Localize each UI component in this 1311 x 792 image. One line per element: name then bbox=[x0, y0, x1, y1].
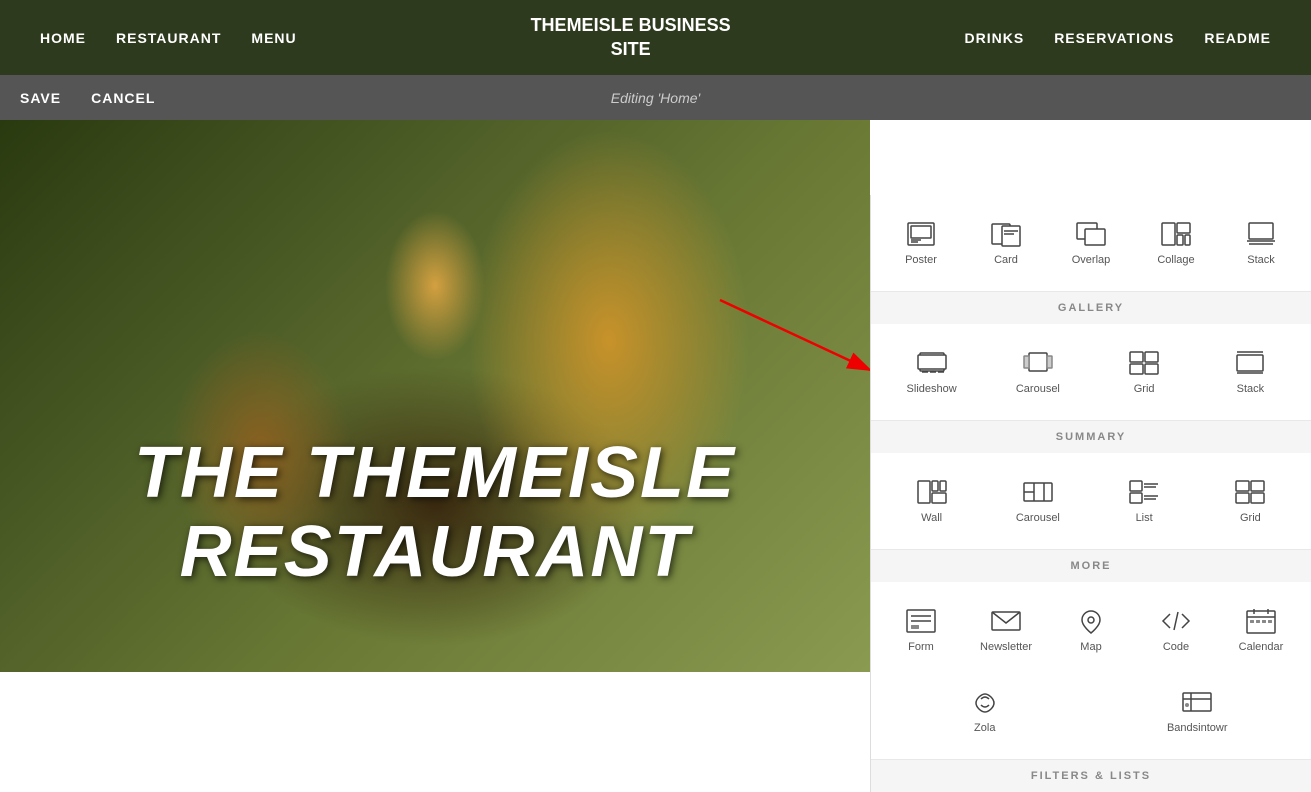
zola-label: Zola bbox=[974, 722, 995, 734]
panel-item-bandsintowr[interactable]: Bandsintowr bbox=[1094, 678, 1302, 744]
nav-reservations[interactable]: RESERVATIONS bbox=[1054, 30, 1174, 46]
nav-title: THEMEISLE BUSINESS SITE bbox=[531, 14, 731, 61]
save-button[interactable]: SAVE bbox=[20, 90, 61, 106]
panel-item-map[interactable]: Map bbox=[1051, 597, 1131, 663]
collage-icon bbox=[1158, 220, 1194, 248]
panel-item-grid-gallery[interactable]: Grid bbox=[1094, 339, 1195, 405]
collage-label: Collage bbox=[1157, 254, 1194, 266]
code-label: Code bbox=[1163, 641, 1189, 653]
panel-item-overlap[interactable]: Overlap bbox=[1051, 210, 1131, 276]
main-content: THE THEMEISLE RESTAURANT bbox=[0, 120, 1311, 672]
edit-bar: SAVE CANCEL Editing 'Home' bbox=[0, 75, 1311, 120]
nav-left: HOME RESTAURANT MENU bbox=[40, 30, 297, 46]
grid-summary-label: Grid bbox=[1240, 512, 1261, 524]
bandsintowr-label: Bandsintowr bbox=[1167, 722, 1228, 734]
gallery-section: Slideshow Carousel bbox=[871, 324, 1311, 420]
card-label: Card bbox=[994, 254, 1018, 266]
grid-gallery-icon bbox=[1126, 349, 1162, 377]
calendar-label: Calendar bbox=[1239, 641, 1284, 653]
newsletter-icon bbox=[988, 607, 1024, 635]
gallery-header: GALLERY bbox=[871, 291, 1311, 324]
stack-icon bbox=[1243, 220, 1279, 248]
panel-item-card[interactable]: Card bbox=[966, 210, 1046, 276]
panel-item-poster[interactable]: Poster bbox=[881, 210, 961, 276]
slideshow-icon bbox=[914, 349, 950, 377]
panel-item-wall[interactable]: Wall bbox=[881, 468, 982, 534]
poster-label: Poster bbox=[905, 254, 937, 266]
panel-item-calendar[interactable]: Calendar bbox=[1221, 597, 1301, 663]
newsletter-label: Newsletter bbox=[980, 641, 1032, 653]
more-section: Form Newsletter bbox=[871, 582, 1311, 678]
panel-item-form[interactable]: Form bbox=[881, 597, 961, 663]
more2-section: Zola Bandsintowr bbox=[871, 678, 1311, 759]
nav-drinks[interactable]: DRINKS bbox=[965, 30, 1025, 46]
map-label: Map bbox=[1080, 641, 1101, 653]
cancel-button[interactable]: CANCEL bbox=[91, 90, 155, 106]
panel-item-code[interactable]: Code bbox=[1136, 597, 1216, 663]
calendar-icon bbox=[1243, 607, 1279, 635]
overlap-icon bbox=[1073, 220, 1109, 248]
nav-right: DRINKS RESERVATIONS README bbox=[965, 30, 1271, 46]
form-label: Form bbox=[908, 641, 934, 653]
side-panel: Poster Card bbox=[870, 195, 1311, 792]
panel-item-carousel-gallery[interactable]: Carousel bbox=[987, 339, 1088, 405]
nav-readme[interactable]: README bbox=[1204, 30, 1271, 46]
panel-item-stack-gallery[interactable]: Stack bbox=[1200, 339, 1301, 405]
panel-item-list[interactable]: List bbox=[1094, 468, 1195, 534]
carousel-summary-icon bbox=[1020, 478, 1056, 506]
editing-label: Editing 'Home' bbox=[611, 90, 700, 106]
grid-gallery-label: Grid bbox=[1134, 383, 1155, 395]
more-header: MORE bbox=[871, 549, 1311, 582]
code-icon bbox=[1158, 607, 1194, 635]
summary-header: SUMMARY bbox=[871, 420, 1311, 453]
grid-summary-icon bbox=[1232, 478, 1268, 506]
carousel-gallery-icon bbox=[1020, 349, 1056, 377]
list-label: List bbox=[1136, 512, 1153, 524]
stack-label: Stack bbox=[1247, 254, 1275, 266]
stack-gallery-label: Stack bbox=[1237, 383, 1265, 395]
carousel-gallery-label: Carousel bbox=[1016, 383, 1060, 395]
panel-item-carousel-summary[interactable]: Carousel bbox=[987, 468, 1088, 534]
zola-icon bbox=[967, 688, 1003, 716]
panel-item-zola[interactable]: Zola bbox=[881, 678, 1089, 744]
panel-item-collage[interactable]: Collage bbox=[1136, 210, 1216, 276]
slideshow-label: Slideshow bbox=[907, 383, 957, 395]
nav-menu[interactable]: MENU bbox=[251, 30, 296, 46]
nav-bar: HOME RESTAURANT MENU THEMEISLE BUSINESS … bbox=[0, 0, 1311, 75]
card-icon bbox=[988, 220, 1024, 248]
stack-gallery-icon bbox=[1232, 349, 1268, 377]
nav-restaurant[interactable]: RESTAURANT bbox=[116, 30, 221, 46]
carousel-summary-label: Carousel bbox=[1016, 512, 1060, 524]
poster-icon bbox=[903, 220, 939, 248]
media-section: Poster Card bbox=[871, 195, 1311, 291]
panel-item-grid-summary[interactable]: Grid bbox=[1200, 468, 1301, 534]
hero-section: THE THEMEISLE RESTAURANT bbox=[0, 120, 870, 672]
wall-label: Wall bbox=[921, 512, 942, 524]
nav-home[interactable]: HOME bbox=[40, 30, 86, 46]
form-icon bbox=[903, 607, 939, 635]
summary-section: Wall Carousel bbox=[871, 453, 1311, 549]
panel-item-slideshow[interactable]: Slideshow bbox=[881, 339, 982, 405]
bandsintowr-icon bbox=[1179, 688, 1215, 716]
overlap-label: Overlap bbox=[1072, 254, 1111, 266]
hero-text: THE THEMEISLE RESTAURANT bbox=[0, 434, 870, 592]
panel-item-newsletter[interactable]: Newsletter bbox=[966, 597, 1046, 663]
filters-header: FILTERS & LISTS bbox=[871, 759, 1311, 792]
panel-item-stack[interactable]: Stack bbox=[1221, 210, 1301, 276]
map-icon bbox=[1073, 607, 1109, 635]
list-icon bbox=[1126, 478, 1162, 506]
wall-icon bbox=[914, 478, 950, 506]
